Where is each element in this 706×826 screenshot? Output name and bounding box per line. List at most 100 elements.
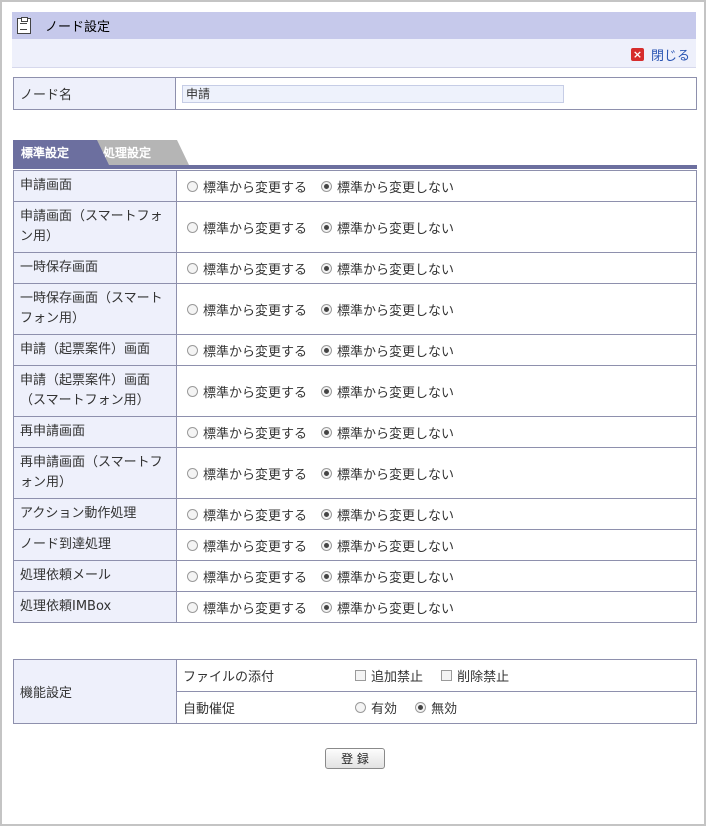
radio-no-change[interactable]: 標準から変更しない (321, 505, 454, 524)
tab-underline (13, 165, 697, 169)
delete-ban-box (441, 670, 453, 681)
clipboard-icon (17, 16, 31, 34)
auto-remind-label: 自動催促 (176, 691, 349, 724)
radio-no-change[interactable]: 標準から変更しない (321, 177, 454, 196)
setting-options: 標準から変更する 標準から変更しない (176, 283, 697, 335)
auto-remind-on-radio[interactable]: 有効 (355, 698, 397, 717)
setting-label: 再申請画面 (13, 416, 177, 448)
radio-no-change-dot (321, 539, 333, 551)
radio-change[interactable]: 標準から変更する (187, 382, 307, 401)
settings-row: 一時保存画面（スマートフォン用） 標準から変更する 標準から変更しない (13, 283, 697, 335)
radio-no-change-label: 標準から変更しない (337, 467, 455, 483)
radio-change[interactable]: 標準から変更する (187, 177, 307, 196)
add-ban-box (355, 670, 366, 681)
radio-no-change[interactable]: 標準から変更しない (321, 598, 454, 617)
radio-no-change[interactable]: 標準から変更しない (321, 341, 454, 360)
close-x-icon: × (630, 48, 644, 61)
radio-no-change-label: 標準から変更しない (337, 601, 455, 617)
radio-change-label: 標準から変更する (203, 180, 308, 196)
radio-no-change-dot (321, 385, 333, 397)
setting-label: 申請（起票案件）画面（スマートフォン用） (13, 365, 177, 417)
auto-remind-off-dot (415, 702, 427, 713)
radio-change-label: 標準から変更する (203, 344, 308, 360)
tab-standard-settings[interactable]: 標準設定 (13, 140, 109, 165)
radio-change[interactable]: 標準から変更する (187, 423, 307, 442)
radio-change-dot (187, 180, 198, 192)
radio-change-label: 標準から変更する (203, 426, 308, 442)
setting-label: 一時保存画面 (13, 252, 177, 284)
radio-no-change-label: 標準から変更しない (337, 385, 455, 401)
radio-no-change-label: 標準から変更しない (337, 344, 455, 360)
function-settings-label: 機能設定 (13, 659, 177, 724)
radio-no-change[interactable]: 標準から変更しない (321, 423, 454, 442)
settings-row: 一時保存画面 標準から変更する 標準から変更しない (13, 252, 697, 284)
radio-change-label: 標準から変更する (203, 570, 308, 586)
close-button[interactable]: × 閉じる (630, 45, 690, 64)
setting-label: 申請画面（スマートフォン用） (13, 201, 177, 253)
function-settings-table: 機能設定 ファイルの添付 追加禁止 削除禁止 自動催促 有効 無効 (13, 659, 697, 724)
register-button[interactable]: 登 録 (325, 748, 385, 769)
radio-change-dot (187, 262, 198, 274)
radio-no-change-dot (321, 467, 333, 479)
radio-no-change-dot (321, 180, 333, 192)
radio-change-dot (187, 344, 198, 356)
radio-change[interactable]: 標準から変更する (187, 536, 307, 555)
add-ban-checkbox[interactable]: 追加禁止 (355, 666, 423, 685)
node-name-row: ノード名 (13, 77, 697, 110)
radio-no-change[interactable]: 標準から変更しない (321, 464, 454, 483)
radio-no-change-dot (321, 601, 333, 613)
radio-change-label: 標準から変更する (203, 385, 308, 401)
radio-no-change-label: 標準から変更しない (337, 221, 455, 237)
setting-options: 標準から変更する 標準から変更しない (176, 447, 697, 499)
setting-label: アクション動作処理 (13, 498, 177, 530)
setting-options: 標準から変更する 標準から変更しない (176, 201, 697, 253)
radio-change-label: 標準から変更する (203, 303, 308, 319)
auto-remind-off-radio[interactable]: 無効 (415, 698, 457, 717)
setting-options: 標準から変更する 標準から変更しない (176, 252, 697, 284)
setting-options: 標準から変更する 標準から変更しない (176, 498, 697, 530)
setting-options: 標準から変更する 標準から変更しない (176, 529, 697, 561)
radio-no-change-dot (321, 221, 333, 233)
radio-change-dot (187, 303, 198, 315)
radio-change-dot (187, 385, 198, 397)
radio-no-change[interactable]: 標準から変更しない (321, 567, 454, 586)
node-name-input[interactable] (182, 84, 564, 103)
radio-no-change-dot (321, 344, 333, 356)
setting-label: 申請（起票案件）画面 (13, 334, 177, 366)
radio-change[interactable]: 標準から変更する (187, 505, 307, 524)
radio-no-change[interactable]: 標準から変更しない (321, 300, 454, 319)
setting-label: 申請画面 (13, 170, 177, 202)
radio-no-change-dot (321, 303, 333, 315)
radio-change[interactable]: 標準から変更する (187, 598, 307, 617)
settings-row: 申請（起票案件）画面（スマートフォン用） 標準から変更する 標準から変更しない (13, 365, 697, 417)
delete-ban-checkbox[interactable]: 削除禁止 (441, 666, 509, 685)
radio-change-dot (187, 570, 198, 582)
setting-label: 処理依頼IMBox (13, 591, 177, 623)
settings-row: 申請（起票案件）画面 標準から変更する 標準から変更しない (13, 334, 697, 366)
radio-change[interactable]: 標準から変更する (187, 218, 307, 237)
radio-no-change[interactable]: 標準から変更しない (321, 259, 454, 278)
radio-no-change[interactable]: 標準から変更しない (321, 218, 454, 237)
settings-row: 処理依頼メール 標準から変更する 標準から変更しない (13, 560, 697, 592)
radio-change-label: 標準から変更する (203, 601, 308, 617)
radio-change[interactable]: 標準から変更する (187, 300, 307, 319)
node-settings-window: ノード設定 × 閉じる ノード名 標準設定 処理設定 申請画面標準から変更する標… (0, 0, 706, 826)
radio-change[interactable]: 標準から変更する (187, 341, 307, 360)
radio-change[interactable]: 標準から変更する (187, 567, 307, 586)
radio-no-change-label: 標準から変更しない (337, 426, 455, 442)
setting-options: 標準から変更する 標準から変更しない (176, 591, 697, 623)
radio-change[interactable]: 標準から変更する (187, 259, 307, 278)
radio-change-label: 標準から変更する (203, 262, 308, 278)
setting-label: ノード到達処理 (13, 529, 177, 561)
setting-options: 標準から変更する 標準から変更しない (176, 560, 697, 592)
radio-change[interactable]: 標準から変更する (187, 464, 307, 483)
close-bar: × 閉じる (12, 39, 696, 68)
radio-change-label: 標準から変更する (203, 539, 308, 555)
radio-no-change-label: 標準から変更しない (337, 539, 455, 555)
setting-options: 標準から変更する 標準から変更しない (176, 334, 697, 366)
radio-no-change[interactable]: 標準から変更しない (321, 382, 454, 401)
node-name-label: ノード名 (14, 78, 176, 109)
settings-row: ノード到達処理 標準から変更する 標準から変更しない (13, 529, 697, 561)
radio-no-change[interactable]: 標準から変更しない (321, 536, 454, 555)
delete-ban-label: 削除禁止 (457, 670, 510, 685)
